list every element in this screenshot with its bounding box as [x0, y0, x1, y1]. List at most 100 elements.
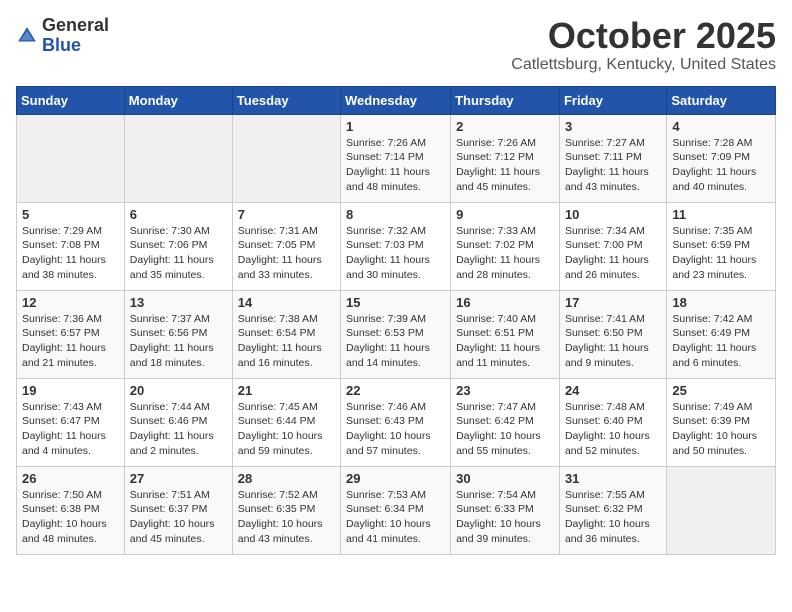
header-day-wednesday: Wednesday	[341, 86, 451, 114]
calendar-cell: 21 Sunrise: 7:45 AM Sunset: 6:44 PM Dayli…	[232, 378, 340, 466]
calendar-cell: 1Sunrise: 7:26 AM Sunset: 7:14 PM Daylig…	[341, 114, 451, 202]
day-info: Sunrise: 7:41 AM Sunset: 6:50 PM Dayligh…	[565, 312, 661, 371]
calendar-header-row: SundayMondayTuesdayWednesdayThursdayFrid…	[17, 86, 776, 114]
calendar-cell: 20 Sunrise: 7:44 AM Sunset: 6:46 PM Dayli…	[124, 378, 232, 466]
day-number: 15	[346, 295, 445, 310]
day-info: Sunrise: 7:53 AM Sunset: 6:34 PM Dayligh…	[346, 488, 445, 547]
calendar-cell: 31Sunrise: 7:55 AM Sunset: 6:32 PM Dayli…	[559, 466, 666, 554]
day-info: Sunrise: 7:43 AM Sunset: 6:47 PM Dayligh…	[22, 400, 119, 459]
logo-text-blue: Blue	[42, 36, 109, 56]
day-number: 31	[565, 471, 661, 486]
title-block: October 2025 Catlettsburg, Kentucky, Uni…	[511, 16, 776, 74]
calendar-cell: 17 Sunrise: 7:41 AM Sunset: 6:50 PM Dayli…	[559, 290, 666, 378]
day-number: 19	[22, 383, 119, 398]
calendar-cell: 7Sunrise: 7:31 AM Sunset: 7:05 PM Daylig…	[232, 202, 340, 290]
location-title: Catlettsburg, Kentucky, United States	[511, 56, 776, 74]
calendar-week-5: 26 Sunrise: 7:50 AM Sunset: 6:38 PM Dayli…	[17, 466, 776, 554]
calendar-cell: 23 Sunrise: 7:47 AM Sunset: 6:42 PM Dayli…	[451, 378, 560, 466]
header-day-saturday: Saturday	[667, 86, 776, 114]
day-info: Sunrise: 7:37 AM Sunset: 6:56 PM Dayligh…	[130, 312, 227, 371]
calendar-week-4: 19 Sunrise: 7:43 AM Sunset: 6:47 PM Dayli…	[17, 378, 776, 466]
day-info: Sunrise: 7:34 AM Sunset: 7:00 PM Dayligh…	[565, 224, 661, 283]
calendar-cell: 4Sunrise: 7:28 AM Sunset: 7:09 PM Daylig…	[667, 114, 776, 202]
day-info: Sunrise: 7:39 AM Sunset: 6:53 PM Dayligh…	[346, 312, 445, 371]
day-number: 1	[346, 119, 445, 134]
day-info: Sunrise: 7:40 AM Sunset: 6:51 PM Dayligh…	[456, 312, 554, 371]
day-info: Sunrise: 7:50 AM Sunset: 6:38 PM Dayligh…	[22, 488, 119, 547]
day-info: Sunrise: 7:32 AM Sunset: 7:03 PM Dayligh…	[346, 224, 445, 283]
calendar-cell: 24 Sunrise: 7:48 AM Sunset: 6:40 PM Dayli…	[559, 378, 666, 466]
day-info: Sunrise: 7:52 AM Sunset: 6:35 PM Dayligh…	[238, 488, 335, 547]
calendar-cell	[17, 114, 125, 202]
day-number: 3	[565, 119, 661, 134]
calendar-week-3: 12Sunrise: 7:36 AM Sunset: 6:57 PM Dayli…	[17, 290, 776, 378]
day-info: Sunrise: 7:45 AM Sunset: 6:44 PM Dayligh…	[238, 400, 335, 459]
day-info: Sunrise: 7:47 AM Sunset: 6:42 PM Dayligh…	[456, 400, 554, 459]
page-header: General Blue October 2025 Catlettsburg, …	[16, 16, 776, 74]
day-info: Sunrise: 7:48 AM Sunset: 6:40 PM Dayligh…	[565, 400, 661, 459]
day-number: 17	[565, 295, 661, 310]
day-number: 21	[238, 383, 335, 398]
month-title: October 2025	[511, 16, 776, 56]
calendar-cell: 26 Sunrise: 7:50 AM Sunset: 6:38 PM Dayli…	[17, 466, 125, 554]
logo-icon	[16, 25, 38, 47]
header-day-tuesday: Tuesday	[232, 86, 340, 114]
day-number: 4	[672, 119, 770, 134]
header-day-sunday: Sunday	[17, 86, 125, 114]
day-info: Sunrise: 7:49 AM Sunset: 6:39 PM Dayligh…	[672, 400, 770, 459]
day-info: Sunrise: 7:26 AM Sunset: 7:12 PM Dayligh…	[456, 136, 554, 195]
day-info: Sunrise: 7:31 AM Sunset: 7:05 PM Dayligh…	[238, 224, 335, 283]
day-number: 27	[130, 471, 227, 486]
header-day-thursday: Thursday	[451, 86, 560, 114]
day-number: 9	[456, 207, 554, 222]
day-info: Sunrise: 7:30 AM Sunset: 7:06 PM Dayligh…	[130, 224, 227, 283]
day-info: Sunrise: 7:27 AM Sunset: 7:11 PM Dayligh…	[565, 136, 661, 195]
day-number: 14	[238, 295, 335, 310]
calendar-cell: 3 Sunrise: 7:27 AM Sunset: 7:11 PM Daylig…	[559, 114, 666, 202]
day-number: 30	[456, 471, 554, 486]
day-info: Sunrise: 7:46 AM Sunset: 6:43 PM Dayligh…	[346, 400, 445, 459]
day-number: 24	[565, 383, 661, 398]
calendar-cell: 19 Sunrise: 7:43 AM Sunset: 6:47 PM Dayli…	[17, 378, 125, 466]
calendar-cell: 5Sunrise: 7:29 AM Sunset: 7:08 PM Daylig…	[17, 202, 125, 290]
day-info: Sunrise: 7:54 AM Sunset: 6:33 PM Dayligh…	[456, 488, 554, 547]
calendar-cell: 11 Sunrise: 7:35 AM Sunset: 6:59 PM Dayli…	[667, 202, 776, 290]
calendar-cell: 25 Sunrise: 7:49 AM Sunset: 6:39 PM Dayli…	[667, 378, 776, 466]
calendar-cell: 13Sunrise: 7:37 AM Sunset: 6:56 PM Dayli…	[124, 290, 232, 378]
day-info: Sunrise: 7:44 AM Sunset: 6:46 PM Dayligh…	[130, 400, 227, 459]
calendar-cell: 2 Sunrise: 7:26 AM Sunset: 7:12 PM Daylig…	[451, 114, 560, 202]
day-number: 16	[456, 295, 554, 310]
day-number: 26	[22, 471, 119, 486]
day-info: Sunrise: 7:33 AM Sunset: 7:02 PM Dayligh…	[456, 224, 554, 283]
calendar-cell: 22 Sunrise: 7:46 AM Sunset: 6:43 PM Dayli…	[341, 378, 451, 466]
day-number: 18	[672, 295, 770, 310]
day-number: 11	[672, 207, 770, 222]
day-number: 28	[238, 471, 335, 486]
calendar-cell: 9 Sunrise: 7:33 AM Sunset: 7:02 PM Daylig…	[451, 202, 560, 290]
calendar-cell: 27Sunrise: 7:51 AM Sunset: 6:37 PM Dayli…	[124, 466, 232, 554]
day-number: 20	[130, 383, 227, 398]
day-number: 29	[346, 471, 445, 486]
calendar-cell: 15 Sunrise: 7:39 AM Sunset: 6:53 PM Dayli…	[341, 290, 451, 378]
calendar-week-1: 1Sunrise: 7:26 AM Sunset: 7:14 PM Daylig…	[17, 114, 776, 202]
header-day-monday: Monday	[124, 86, 232, 114]
day-number: 22	[346, 383, 445, 398]
day-number: 5	[22, 207, 119, 222]
calendar-cell: 8Sunrise: 7:32 AM Sunset: 7:03 PM Daylig…	[341, 202, 451, 290]
calendar-cell: 16 Sunrise: 7:40 AM Sunset: 6:51 PM Dayli…	[451, 290, 560, 378]
calendar-cell: 6 Sunrise: 7:30 AM Sunset: 7:06 PM Daylig…	[124, 202, 232, 290]
day-info: Sunrise: 7:38 AM Sunset: 6:54 PM Dayligh…	[238, 312, 335, 371]
calendar-cell: 28 Sunrise: 7:52 AM Sunset: 6:35 PM Dayli…	[232, 466, 340, 554]
calendar-cell: 12Sunrise: 7:36 AM Sunset: 6:57 PM Dayli…	[17, 290, 125, 378]
calendar-cell: 14 Sunrise: 7:38 AM Sunset: 6:54 PM Dayli…	[232, 290, 340, 378]
day-info: Sunrise: 7:35 AM Sunset: 6:59 PM Dayligh…	[672, 224, 770, 283]
day-info: Sunrise: 7:36 AM Sunset: 6:57 PM Dayligh…	[22, 312, 119, 371]
day-number: 2	[456, 119, 554, 134]
day-number: 10	[565, 207, 661, 222]
calendar-cell: 29 Sunrise: 7:53 AM Sunset: 6:34 PM Dayli…	[341, 466, 451, 554]
calendar-table: SundayMondayTuesdayWednesdayThursdayFrid…	[16, 86, 776, 555]
day-number: 6	[130, 207, 227, 222]
day-number: 23	[456, 383, 554, 398]
logo-text-general: General	[42, 16, 109, 36]
day-number: 25	[672, 383, 770, 398]
